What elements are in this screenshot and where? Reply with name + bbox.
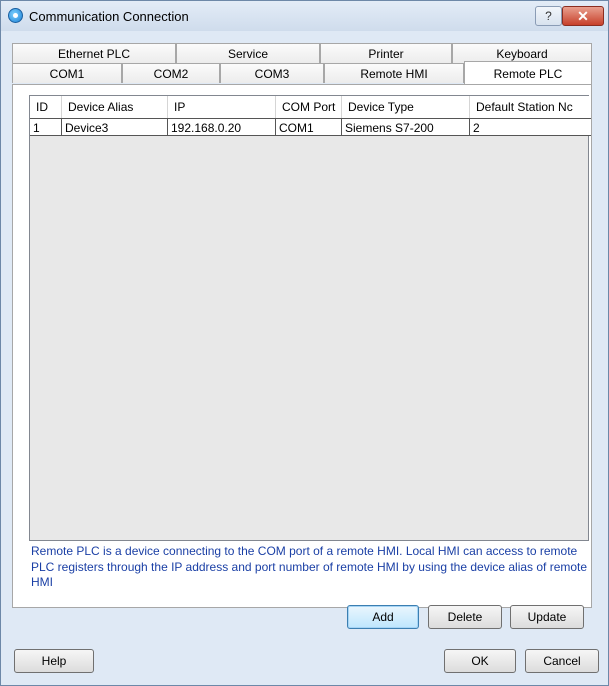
cancel-button[interactable]: Cancel bbox=[525, 649, 599, 673]
help-icon[interactable]: ? bbox=[535, 6, 562, 26]
tab-ethernet-plc[interactable]: Ethernet PLC bbox=[12, 43, 176, 63]
table-cell[interactable]: 192.168.0.20 bbox=[168, 119, 276, 135]
tab-remote-plc[interactable]: Remote PLC bbox=[464, 61, 592, 85]
tab-remote-hmi[interactable]: Remote HMI bbox=[324, 63, 464, 83]
title-bar[interactable]: Communication Connection ? ✕ bbox=[1, 1, 608, 31]
table-row[interactable]: 1 Device3 192.168.0.20 COM1 Siemens S7-2… bbox=[30, 118, 591, 136]
tab-com2[interactable]: COM2 bbox=[122, 63, 220, 83]
remote-plc-table[interactable]: ID Device Alias IP COM Port Device Type … bbox=[29, 95, 591, 541]
table-cell[interactable]: Device3 bbox=[62, 119, 168, 135]
window-title: Communication Connection bbox=[29, 9, 189, 24]
tab-service[interactable]: Service bbox=[176, 43, 320, 63]
update-button[interactable]: Update bbox=[510, 605, 584, 629]
app-icon bbox=[8, 8, 23, 23]
delete-button[interactable]: Delete bbox=[428, 605, 502, 629]
tab-com1[interactable]: COM1 bbox=[12, 63, 122, 83]
table-cell[interactable]: Siemens S7-200 bbox=[342, 119, 470, 135]
tab-com3[interactable]: COM3 bbox=[220, 63, 324, 83]
column-header[interactable]: Device Type bbox=[342, 96, 470, 118]
table-cell[interactable]: 1 bbox=[30, 119, 62, 135]
column-header[interactable]: ID bbox=[30, 96, 62, 118]
table-cell[interactable]: COM1 bbox=[276, 119, 342, 135]
info-note: Remote PLC is a device connecting to the… bbox=[31, 544, 588, 589]
table-header: ID Device Alias IP COM Port Device Type … bbox=[30, 96, 591, 118]
help-button[interactable]: Help bbox=[14, 649, 94, 673]
add-button[interactable]: Add bbox=[347, 605, 419, 629]
close-icon[interactable]: ✕ bbox=[562, 6, 604, 26]
column-header[interactable]: COM Port bbox=[276, 96, 342, 118]
column-header[interactable]: Default Station Nc bbox=[470, 96, 588, 118]
column-header[interactable]: Device Alias bbox=[62, 96, 168, 118]
column-header[interactable]: IP bbox=[168, 96, 276, 118]
ok-button[interactable]: OK bbox=[444, 649, 516, 673]
tab-keyboard[interactable]: Keyboard bbox=[452, 43, 592, 63]
table-cell[interactable]: 2 bbox=[470, 119, 590, 135]
tab-printer[interactable]: Printer bbox=[320, 43, 452, 63]
